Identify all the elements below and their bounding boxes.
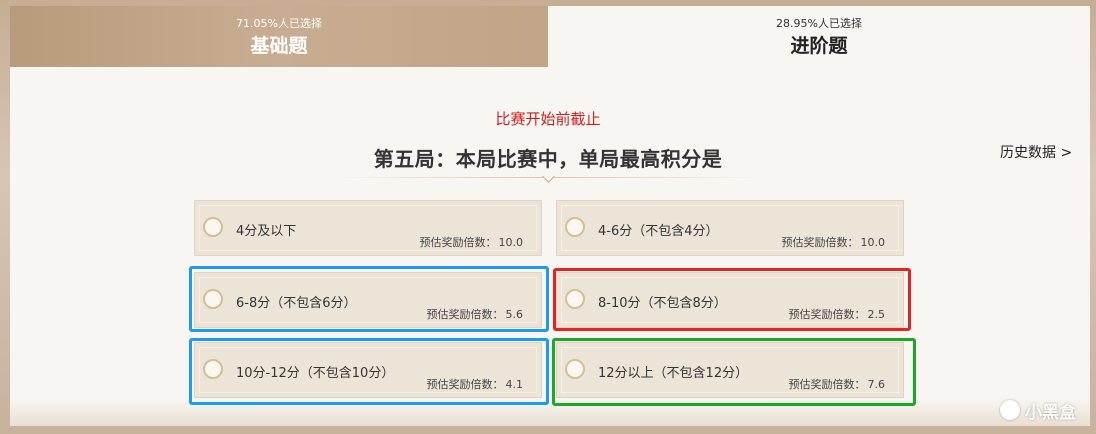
panel-bottom-fade xyxy=(10,398,1090,426)
multiplier-label: 预估奖励倍数： xyxy=(781,236,859,249)
option-card[interactable]: 4分及以下 预估奖励倍数： 10.0 xyxy=(194,200,542,256)
option-label: 4分及以下 xyxy=(236,224,297,239)
multiplier-value: 10.0 xyxy=(498,236,524,249)
tab-basic-percent: 71.05%人已选择 xyxy=(236,17,322,30)
tab-advanced-percent: 28.95%人已选择 xyxy=(776,17,862,30)
tab-advanced-title: 进阶题 xyxy=(790,35,848,57)
option-multiplier: 预估奖励倍数： 10.0 xyxy=(782,234,886,250)
watermark-logo-icon xyxy=(1000,400,1020,420)
multiplier-label: 预估奖励倍数： xyxy=(419,236,497,249)
history-data-link[interactable]: 历史数据 > xyxy=(1000,142,1072,162)
tab-basic[interactable]: 71.05%人已选择 基础题 xyxy=(10,6,548,67)
deadline-text: 比赛开始前截止 xyxy=(495,110,601,128)
radio-circle-icon[interactable] xyxy=(565,217,585,237)
quiz-panel xyxy=(10,6,1090,426)
highlight-box-blue xyxy=(189,338,549,405)
question-title: 第五局：本局比赛中，单局最高积分是 xyxy=(373,147,723,171)
option-multiplier: 预估奖励倍数： 10.0 xyxy=(420,234,524,250)
highlight-box-blue xyxy=(189,266,549,332)
radio-circle-icon[interactable] xyxy=(203,217,223,237)
watermark-text: 小黑盒 xyxy=(1025,403,1076,423)
tab-advanced[interactable]: 28.95%人已选择 进阶题 xyxy=(548,6,1090,67)
option-label: 4-6分（不包含4分） xyxy=(598,224,719,239)
option-card[interactable]: 4-6分（不包含4分） 预估奖励倍数： 10.0 xyxy=(556,200,904,256)
highlight-box-green xyxy=(552,338,916,406)
tab-basic-title: 基础题 xyxy=(250,35,308,57)
highlight-box-red xyxy=(553,268,911,331)
multiplier-value: 10.0 xyxy=(860,236,886,249)
